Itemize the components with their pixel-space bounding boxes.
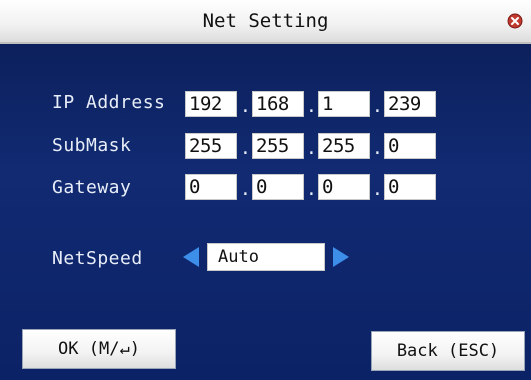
gateway-octet-2[interactable]: 0 [252,174,304,200]
ip-octet-4[interactable]: 239 [384,91,436,117]
gateway-dot: . [306,179,317,200]
gateway-octet-4[interactable]: 0 [384,174,436,200]
submask-octet-4[interactable]: 0 [384,133,436,159]
ip-octet-3[interactable]: 1 [318,91,370,117]
ip-dot: . [372,96,383,117]
gateway-dot: . [240,179,251,200]
ip-octet-1[interactable]: 192 [185,91,237,117]
gateway-dot: . [372,179,383,200]
net-setting-screen: Net Setting IP Address 192 . 168 . 1 . 2… [0,0,531,380]
back-button[interactable]: Back (ESC) [371,331,525,371]
netspeed-select[interactable]: Auto [207,243,325,271]
ip-dot: . [306,96,317,117]
window-title: Net Setting [202,10,329,32]
submask-octet-3[interactable]: 255 [318,133,370,159]
submask-dot: . [240,138,251,159]
gateway-octet-1[interactable]: 0 [185,174,237,200]
ok-button[interactable]: OK (M/↵) [22,329,176,369]
ip-octet-2[interactable]: 168 [252,91,304,117]
ip-address-label: IP Address [52,92,166,113]
arrow-right-icon[interactable] [330,246,352,268]
submask-octet-1[interactable]: 255 [185,133,237,159]
ip-dot: . [240,96,251,117]
submask-dot: . [306,138,317,159]
title-bar: Net Setting [0,0,531,44]
close-icon[interactable] [507,13,523,29]
submask-dot: . [372,138,383,159]
submask-octet-2[interactable]: 255 [252,133,304,159]
submask-label: SubMask [52,135,132,156]
gateway-octet-3[interactable]: 0 [318,174,370,200]
netspeed-label: NetSpeed [52,248,143,269]
arrow-left-icon[interactable] [180,246,202,268]
gateway-label: Gateway [52,177,132,198]
